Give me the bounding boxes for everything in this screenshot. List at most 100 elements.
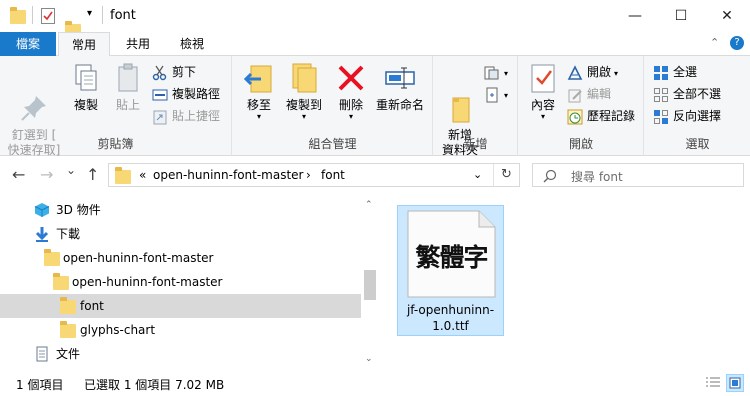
copy-to-button[interactable]: 複製到 ▾: [283, 62, 325, 121]
breadcrumb-overflow[interactable]: «: [139, 168, 146, 182]
history-button[interactable]: 歷程記錄: [567, 106, 635, 126]
copy-path-icon: [152, 87, 168, 103]
file-name: jf-openhuninn-1.0.ttf: [406, 303, 495, 333]
3d-objects-icon: [34, 203, 50, 217]
move-to-label: 移至: [246, 98, 271, 112]
collapse-ribbon-icon[interactable]: ⌃: [710, 36, 719, 49]
navigation-bar: ← → ⌄ ↑ « open-huninn-font-master › font…: [0, 157, 750, 193]
open-button[interactable]: 開啟 ▾: [567, 62, 618, 82]
folder-icon: [60, 297, 76, 314]
navigation-scrollbar[interactable]: ⌃ ⌄: [362, 198, 378, 370]
paste-icon: [112, 62, 144, 94]
breadcrumb-separator[interactable]: ›: [306, 168, 311, 182]
recent-locations-button[interactable]: ⌄: [66, 163, 76, 177]
copy-button[interactable]: 複製: [68, 62, 104, 113]
refresh-button[interactable]: ↻: [501, 167, 512, 182]
close-button[interactable]: ✕: [704, 0, 750, 32]
scroll-thumb[interactable]: [364, 270, 376, 300]
large-icons-view-icon[interactable]: [726, 374, 744, 392]
edit-button[interactable]: 編輯: [567, 84, 611, 104]
tree-item-folder[interactable]: open-huninn-font-master: [0, 270, 361, 294]
pin-icon: [18, 77, 50, 121]
minimize-button[interactable]: —: [612, 0, 658, 32]
tree-item-label: open-huninn-font-master: [63, 251, 214, 265]
tab-share[interactable]: 共用: [116, 32, 160, 56]
help-icon[interactable]: ?: [730, 36, 744, 50]
organize-group: 移至 ▾ 複製到 ▾ 刪除 ▾ 重新命名 組合管理: [233, 56, 433, 156]
rename-button[interactable]: 重新命名: [373, 62, 427, 113]
copy-path-button[interactable]: 複製路徑: [152, 84, 220, 104]
delete-label: 刪除: [338, 98, 363, 112]
maximize-button[interactable]: ☐: [658, 0, 704, 32]
select-group-label: 選取: [685, 137, 710, 151]
delete-button[interactable]: 刪除 ▾: [333, 62, 369, 121]
select-all-button[interactable]: 全選: [653, 62, 697, 82]
tree-item-label: 下載: [56, 227, 81, 241]
ribbon-tabs: 檔案 常用 共用 檢視 ⌃ ?: [0, 32, 750, 57]
tab-file[interactable]: 檔案: [0, 32, 56, 56]
status-bar: 1 個項目 已選取 1 個項目 7.02 MB: [0, 372, 750, 396]
up-button[interactable]: ↑: [86, 165, 99, 184]
scroll-down-icon[interactable]: ⌄: [365, 354, 373, 364]
tree-item-3d-objects[interactable]: 3D 物件: [0, 198, 361, 222]
tree-item-folder[interactable]: open-huninn-font-master: [0, 246, 361, 270]
tree-item-font[interactable]: font: [0, 294, 361, 318]
rename-icon: [384, 62, 416, 94]
properties-icon[interactable]: [41, 8, 55, 24]
quick-access-dropdown-icon[interactable]: ▾: [87, 8, 92, 19]
new-group-label: 新增: [463, 137, 488, 151]
new-group: 新增 資料夾 ▾ ▾ 新增: [434, 56, 518, 157]
tree-item-label: 文件: [56, 347, 81, 361]
search-box[interactable]: 搜尋 font: [532, 163, 744, 187]
paste-shortcut-icon: [152, 109, 168, 125]
select-none-button[interactable]: 全部不選: [653, 84, 721, 104]
open-group: 內容 ▾ 開啟 ▾ 編輯 歷程記錄 開啟: [519, 56, 644, 156]
folder-icon: [10, 7, 26, 24]
open-dropdown-icon: ▾: [614, 69, 619, 78]
history-icon: [567, 109, 583, 125]
organize-group-label: 組合管理: [308, 137, 357, 151]
tab-home[interactable]: 常用: [58, 32, 110, 57]
copy-to-dropdown-icon: ▾: [301, 112, 306, 121]
new-folder-icon: [444, 77, 476, 123]
paste-button[interactable]: 貼上: [110, 62, 146, 113]
history-label: 歷程記錄: [587, 109, 636, 123]
back-button[interactable]: ←: [12, 165, 25, 184]
address-dropdown-icon[interactable]: ⌄: [473, 168, 482, 181]
move-to-dropdown-icon: ▾: [256, 112, 261, 121]
tree-item-documents[interactable]: 文件: [0, 342, 361, 366]
scroll-up-icon[interactable]: ⌃: [365, 200, 373, 210]
file-item[interactable]: 繁體字 jf-openhuninn-1.0.ttf: [397, 205, 504, 336]
copy-to-icon: [288, 62, 320, 94]
address-bar[interactable]: « open-huninn-font-master › font ⌄ ↻: [108, 163, 520, 187]
tree-item-label: open-huninn-font-master: [72, 275, 223, 289]
select-none-label: 全部不選: [673, 87, 722, 101]
easy-access-icon: [484, 87, 500, 103]
select-none-icon: [653, 87, 669, 103]
clipboard-group-label: 剪貼簿: [97, 137, 134, 151]
divider: [493, 164, 494, 186]
edit-icon: [567, 87, 583, 103]
invert-selection-button[interactable]: 反向選擇: [653, 106, 721, 126]
tree-item-label: glyphs-chart: [80, 323, 156, 337]
paste-shortcut-button[interactable]: 貼上捷徑: [152, 106, 220, 126]
move-to-button[interactable]: 移至 ▾: [241, 62, 277, 121]
search-input[interactable]: 搜尋 font: [571, 168, 623, 185]
details-view-icon[interactable]: [704, 375, 722, 391]
cut-button[interactable]: 剪下: [152, 62, 196, 82]
breadcrumb-item[interactable]: open-huninn-font-master: [153, 168, 304, 182]
properties-button[interactable]: 內容 ▾: [525, 62, 561, 121]
delete-icon: [335, 62, 367, 94]
folder-icon: [115, 167, 131, 184]
easy-access-button[interactable]: ▾: [484, 84, 508, 104]
rename-label: 重新命名: [375, 98, 424, 112]
tree-item-glyphs-chart[interactable]: glyphs-chart: [0, 318, 361, 342]
ribbon: 釘選到 [ 快速存取] 複製 貼上 剪下 複製路徑 貼上捷徑 剪貼簿 移至 ▾ …: [0, 56, 750, 157]
tab-view[interactable]: 檢視: [170, 32, 214, 56]
new-item-button[interactable]: ▾: [484, 62, 508, 82]
forward-button[interactable]: →: [40, 165, 53, 184]
item-count: 1 個項目: [16, 378, 64, 392]
tree-item-downloads[interactable]: 下載: [0, 222, 361, 246]
new-item-dropdown-icon: ▾: [504, 69, 509, 78]
breadcrumb-item[interactable]: font: [321, 168, 345, 182]
